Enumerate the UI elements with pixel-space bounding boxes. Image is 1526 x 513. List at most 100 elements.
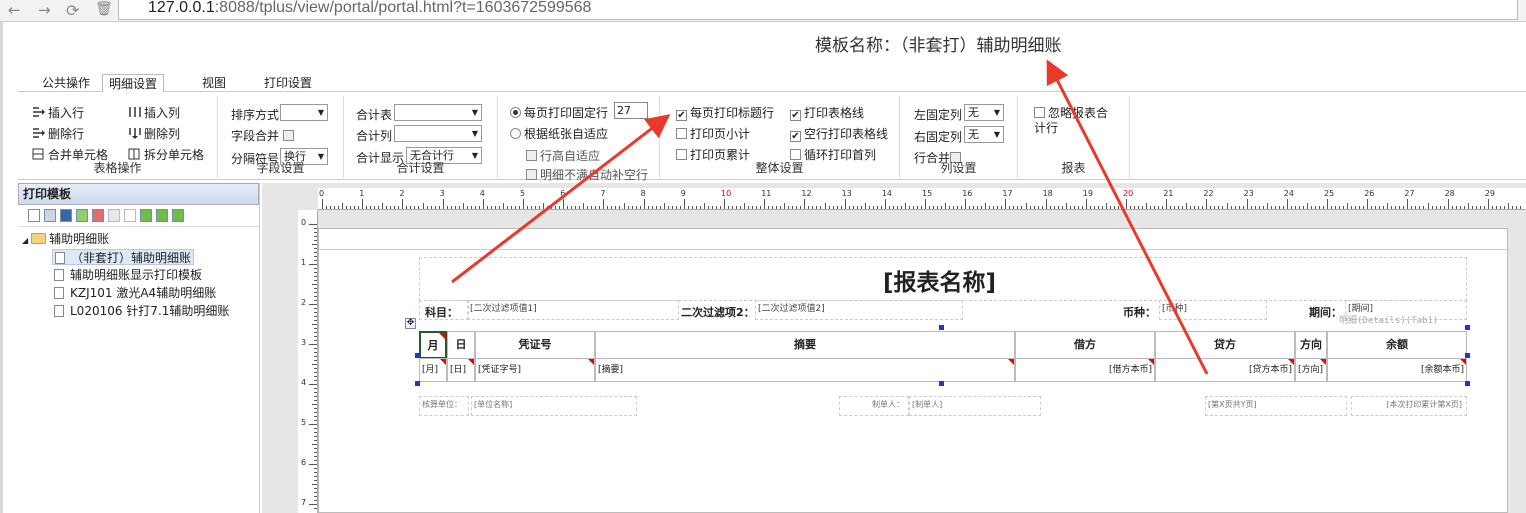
col-header-credit[interactable]: 贷方 (1155, 331, 1295, 359)
delete-icon[interactable] (124, 209, 136, 222)
ignore-total-option[interactable]: 忽略报表合计行 (1034, 106, 1118, 136)
resize-handle[interactable] (1465, 325, 1470, 330)
tab-detail-settings[interactable]: 明细设置 (102, 74, 165, 93)
print-lines-option[interactable]: ✔ 打印表格线 (790, 104, 864, 121)
ruler-tick (309, 264, 317, 265)
fixed-rows-option[interactable]: 每页打印固定行 (510, 104, 608, 121)
report-title[interactable]: [报表名称] (883, 263, 996, 297)
delete-col-button[interactable]: 删除列 (128, 125, 180, 142)
adaptive-option[interactable]: 根据纸张自适应 (510, 125, 608, 142)
row-height-adaptive-checkbox[interactable] (526, 150, 537, 161)
tree-item[interactable]: L020106 针打7.1辅助明细账 (54, 303, 229, 319)
subject-value[interactable]: [二次过滤项值1] (467, 300, 679, 320)
col-header-summary[interactable]: 摘要 (595, 331, 1015, 359)
resize-handle[interactable] (939, 381, 944, 386)
ruler-tick (354, 206, 356, 209)
print-title-checkbox[interactable]: ✔ (676, 110, 687, 121)
maker-label[interactable]: 制单人： (839, 396, 909, 416)
reload-icon[interactable]: ⟳ (66, 1, 79, 20)
right-fixed-select[interactable]: 无 (964, 126, 1004, 143)
new-icon[interactable] (28, 209, 40, 222)
page-info[interactable]: [第X页共Y页] (1205, 396, 1347, 416)
ruler-tick (1134, 206, 1136, 209)
resize-handle[interactable] (415, 353, 420, 358)
filter2-value[interactable]: [二次过滤项值2] (755, 300, 963, 320)
back-icon[interactable]: ← (8, 1, 21, 19)
trash-icon[interactable]: 🗑 (95, 1, 113, 17)
cell-month[interactable]: [月] (419, 358, 447, 382)
ignore-total-checkbox[interactable] (1034, 107, 1045, 118)
unit-value[interactable]: [单位名称] (471, 396, 637, 416)
page-subtotal-checkbox[interactable] (676, 128, 687, 139)
col-header-month[interactable]: 月 (419, 331, 447, 359)
collapse-icon[interactable]: ◢ (22, 236, 28, 245)
move-handle-icon[interactable]: ✥ (405, 318, 416, 329)
total-col-select[interactable] (394, 125, 482, 142)
save-icon[interactable] (44, 209, 56, 222)
cell-summary[interactable]: [摘要] (595, 358, 1015, 382)
ruler-tick (1475, 206, 1477, 209)
print-lines-checkbox[interactable]: ✔ (790, 110, 801, 121)
cell-credit[interactable]: [贷方本币] (1155, 358, 1295, 382)
ruler-tick (402, 199, 404, 209)
resize-handle[interactable] (939, 325, 944, 330)
page-cumulative-info[interactable]: [本次打印累计第X页] (1351, 396, 1467, 416)
row-height-adaptive-option[interactable]: 行高自适应 (526, 147, 600, 164)
cell-debit[interactable]: [借方本币] (1015, 358, 1155, 382)
cell-balance[interactable]: [余额本币] (1327, 358, 1467, 382)
ribbon-tabs: 公共操作 明细设置 视图 打印设置 (18, 74, 1526, 93)
col-header-day[interactable]: 日 (447, 331, 475, 359)
ruler-number: 6 (301, 458, 307, 467)
col-header-debit[interactable]: 借方 (1015, 331, 1155, 359)
designer-area[interactable]: 0 1 2 3 4 5 6 7 8 9 10 11 12 13 14 15 16 17 18 19 20 21 22 23 24… (262, 183, 1526, 513)
tab-print-settings[interactable]: 打印设置 (258, 74, 318, 92)
resize-handle[interactable] (1465, 353, 1470, 358)
tree-root[interactable]: ◢ 辅助明细账 (22, 231, 109, 247)
ruler-tick (1182, 206, 1184, 209)
cell-direction[interactable]: [方向] (1295, 358, 1327, 382)
col-header-voucher[interactable]: 凭证号 (475, 331, 595, 359)
left-fixed-select[interactable]: 无 (964, 104, 1004, 121)
tree-item[interactable]: KZJ101 激光A4辅助明细账 (54, 285, 216, 301)
total-table-select[interactable] (394, 104, 482, 121)
adaptive-radio[interactable] (510, 128, 521, 139)
tree-item[interactable]: 辅助明细账显示打印模板 (54, 267, 202, 283)
print-title-option[interactable]: ✔ 每页打印标题行 (676, 104, 774, 121)
empty-row-lines-checkbox[interactable]: ✔ (790, 131, 801, 142)
tree-item[interactable]: （非套打）辅助明细账 (52, 249, 195, 265)
add-icon[interactable] (76, 209, 88, 222)
detail-fill-option[interactable]: 明细不满自动补空行 (526, 166, 648, 183)
col-header-direction[interactable]: 方向 (1295, 331, 1327, 359)
field-merge-checkbox[interactable] (282, 130, 294, 141)
tab-common[interactable]: 公共操作 (36, 74, 96, 92)
detail-fill-checkbox[interactable] (526, 169, 537, 180)
unit-label[interactable]: 核算单位： (419, 396, 469, 416)
insert-col-button[interactable]: 插入列 (128, 104, 180, 121)
edit-icon[interactable] (108, 209, 120, 222)
cell-day[interactable]: [日] (447, 358, 475, 382)
resize-handle[interactable] (415, 381, 420, 386)
ruler-tick (1202, 206, 1204, 209)
fixed-rows-radio[interactable] (510, 107, 521, 118)
delete-row-button[interactable]: 删除行 (32, 125, 84, 142)
tab-view[interactable]: 视图 (196, 74, 232, 92)
fixed-rows-input[interactable]: 27 (614, 102, 648, 119)
export-icon[interactable] (156, 209, 168, 222)
import-icon[interactable] (140, 209, 152, 222)
maker-value[interactable]: [制单人] (909, 396, 1041, 416)
forward-icon[interactable]: → (38, 1, 51, 19)
save-as-icon[interactable] (60, 209, 72, 222)
resize-handle[interactable] (1465, 381, 1470, 386)
page-subtotal-option[interactable]: 打印页小计 (676, 125, 750, 142)
currency-label: 币种： (1123, 306, 1156, 319)
report-canvas[interactable]: [报表名称] 科目： [二次过滤项值1] 二次过滤项2： [二次过滤项值2] 币… (318, 228, 1508, 513)
remove-icon[interactable] (92, 209, 104, 222)
cell-voucher[interactable]: [凭证字号] (475, 358, 595, 382)
ruler-tick (1310, 206, 1312, 209)
col-header-balance[interactable]: 余额 (1327, 331, 1467, 359)
empty-row-lines-option[interactable]: ✔ 空行打印表格线 (790, 125, 888, 142)
currency-value[interactable]: [币种] (1159, 300, 1267, 320)
insert-row-button[interactable]: 插入行 (32, 104, 84, 121)
sort-method-select[interactable] (280, 104, 328, 121)
refresh-icon[interactable] (172, 209, 184, 222)
